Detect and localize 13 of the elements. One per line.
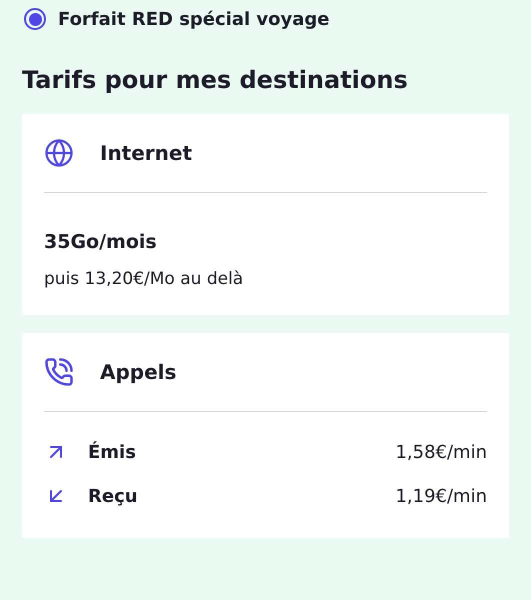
- phone-icon: [44, 357, 74, 387]
- section-heading: Tarifs pour mes destinations: [22, 66, 409, 94]
- data-allowance: 35Go/mois: [44, 231, 158, 253]
- call-type: Reçu: [88, 486, 139, 506]
- radio-button[interactable]: [24, 8, 46, 30]
- overage-price: puis 13,20€/Mo au delà: [44, 269, 244, 289]
- card-title: Appels: [100, 360, 176, 384]
- plan-label: Forfait RED spécial voyage: [58, 8, 330, 30]
- card-title: Internet: [100, 141, 192, 165]
- call-type: Émis: [88, 442, 137, 462]
- call-price: 1,19€/min: [395, 486, 487, 506]
- globe-icon: [44, 138, 74, 168]
- call-price: 1,58€/min: [395, 442, 487, 462]
